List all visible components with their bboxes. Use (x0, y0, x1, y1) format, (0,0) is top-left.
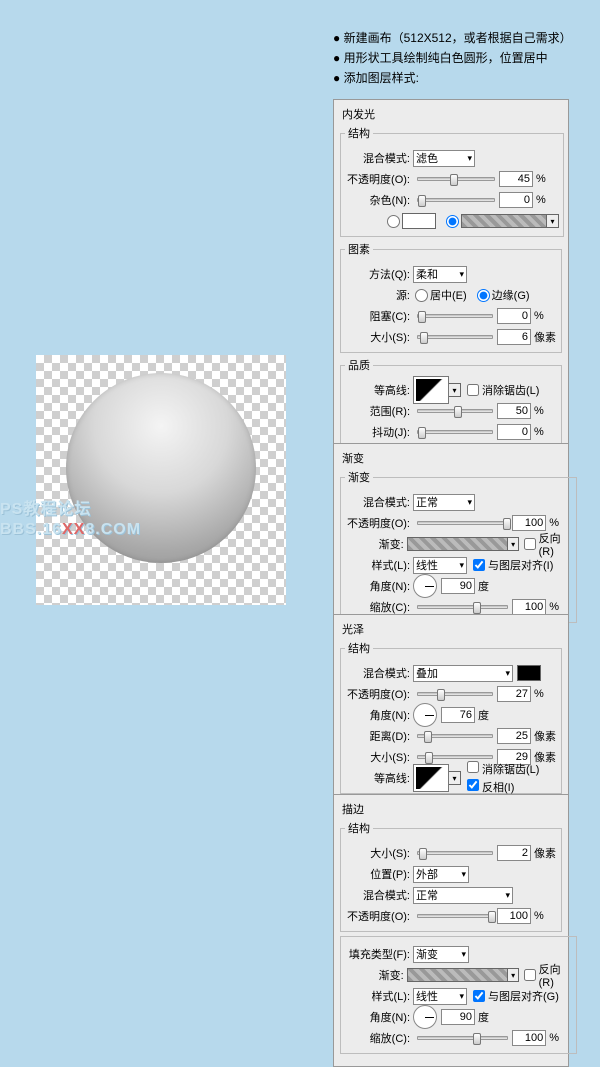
scale-input[interactable] (512, 599, 546, 615)
contour-picker[interactable] (413, 376, 449, 404)
style-select[interactable]: 线性 (413, 988, 467, 1005)
size-slider[interactable] (417, 851, 493, 855)
scale-slider[interactable] (417, 1036, 508, 1040)
size-input[interactable] (497, 329, 531, 345)
technique-select[interactable]: 柔和 (413, 266, 467, 283)
opacity-slider[interactable] (417, 692, 493, 696)
choke-input[interactable] (497, 308, 531, 324)
filltype-select[interactable]: 渐变 (413, 946, 469, 963)
gradient-preview[interactable] (407, 537, 508, 551)
jitter-slider[interactable] (417, 430, 493, 434)
opacity-input[interactable] (512, 515, 546, 531)
reverse-checkbox[interactable] (524, 538, 536, 550)
blend-mode-select[interactable]: 正常 (413, 494, 475, 511)
watermark: PS教程论坛 BBS.16XX8.COM (0, 500, 141, 540)
noise-slider[interactable] (417, 198, 495, 202)
panel-title: 光泽 (342, 621, 562, 637)
opacity-input[interactable] (497, 908, 531, 924)
angle-input[interactable] (441, 1009, 475, 1025)
gradient-dropdown-icon[interactable]: ▾ (508, 537, 519, 551)
contour-picker[interactable] (413, 764, 449, 792)
opacity-input[interactable] (497, 686, 531, 702)
gradient-overlay-panel: 渐变 渐变 混合模式:正常 不透明度(O):% 渐变:▾反向(R) 样式(L):… (333, 443, 569, 636)
align-checkbox[interactable] (473, 990, 485, 1002)
preview-canvas (36, 355, 286, 605)
gradient-dropdown-icon[interactable]: ▾ (508, 968, 519, 982)
angle-dial[interactable] (413, 703, 437, 727)
angle-input[interactable] (441, 578, 475, 594)
angle-dial[interactable] (413, 1005, 437, 1029)
align-checkbox[interactable] (473, 559, 485, 571)
satin-panel: 光泽 结构 混合模式:叠加 不透明度(O):% 角度(N):度 距离(D):像素… (333, 614, 569, 807)
color-swatch[interactable] (402, 213, 436, 229)
size-slider[interactable] (417, 335, 493, 339)
contour-dropdown-icon[interactable]: ▾ (449, 771, 461, 785)
opacity-slider[interactable] (417, 914, 493, 918)
distance-input[interactable] (497, 728, 531, 744)
scale-input[interactable] (512, 1030, 546, 1046)
blend-mode-select[interactable]: 叠加 (413, 665, 513, 682)
range-slider[interactable] (417, 409, 493, 413)
panel-title: 内发光 (342, 106, 562, 122)
source-edge-radio[interactable] (477, 289, 490, 302)
gradient-dropdown-icon[interactable]: ▾ (547, 214, 559, 228)
opacity-slider[interactable] (417, 521, 508, 525)
inner-glow-panel: 内发光 结构 混合模式:滤色 不透明度(O):% 杂色(N):% ▾ 图素 方法… (333, 99, 569, 461)
gradient-radio[interactable] (446, 215, 459, 228)
blend-mode-select[interactable]: 正常 (413, 887, 513, 904)
size-input[interactable] (497, 845, 531, 861)
style-select[interactable]: 线性 (413, 557, 467, 574)
scale-slider[interactable] (417, 605, 508, 609)
source-center-radio[interactable] (415, 289, 428, 302)
distance-slider[interactable] (417, 734, 493, 738)
opacity-slider[interactable] (417, 177, 495, 181)
antialias-checkbox[interactable] (467, 384, 479, 396)
gradient-preview[interactable] (461, 214, 547, 228)
gradient-preview[interactable] (407, 968, 508, 982)
position-select[interactable]: 外部 (413, 866, 469, 883)
color-radio[interactable] (387, 215, 400, 228)
panel-title: 描边 (342, 801, 562, 817)
reverse-checkbox[interactable] (524, 969, 536, 981)
noise-input[interactable] (499, 192, 533, 208)
invert-checkbox[interactable] (467, 779, 479, 791)
size-slider[interactable] (417, 755, 493, 759)
stroke-panel: 描边 结构 大小(S):像素 位置(P):外部 混合模式:正常 不透明度(O):… (333, 794, 569, 1067)
angle-input[interactable] (441, 707, 475, 723)
panel-title: 渐变 (342, 450, 562, 466)
contour-dropdown-icon[interactable]: ▾ (449, 383, 461, 397)
opacity-input[interactable] (499, 171, 533, 187)
color-swatch[interactable] (517, 665, 541, 681)
instructions: 新建画布（512X512，或者根据自己需求） 用形状工具绘制纯白色圆形，位置居中… (333, 28, 572, 88)
angle-dial[interactable] (413, 574, 437, 598)
antialias-checkbox[interactable] (467, 761, 479, 773)
jitter-input[interactable] (497, 424, 531, 440)
choke-slider[interactable] (417, 314, 493, 318)
range-input[interactable] (497, 403, 531, 419)
blend-mode-select[interactable]: 滤色 (413, 150, 475, 167)
